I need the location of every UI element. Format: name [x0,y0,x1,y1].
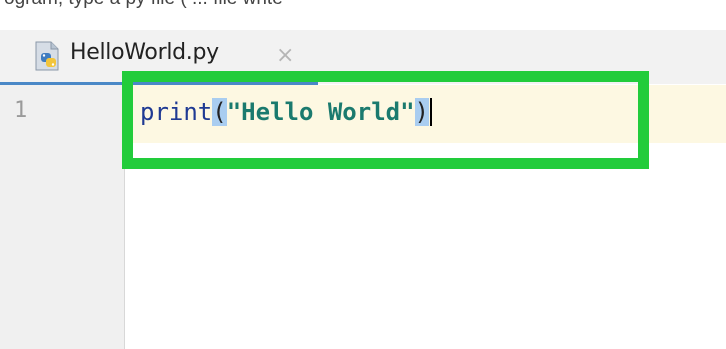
python-file-icon [35,41,59,71]
line-number: 1 [14,98,28,123]
line-gutter [0,85,125,349]
ide-window: ogram, type a py file ( ... file write H… [0,0,726,349]
annotation-highlight-box [122,71,649,169]
cropped-top-text: ogram, type a py file ( ... file write [4,0,283,10]
tab-filename: HelloWorld.py [70,40,219,65]
close-icon[interactable]: × [276,43,294,68]
